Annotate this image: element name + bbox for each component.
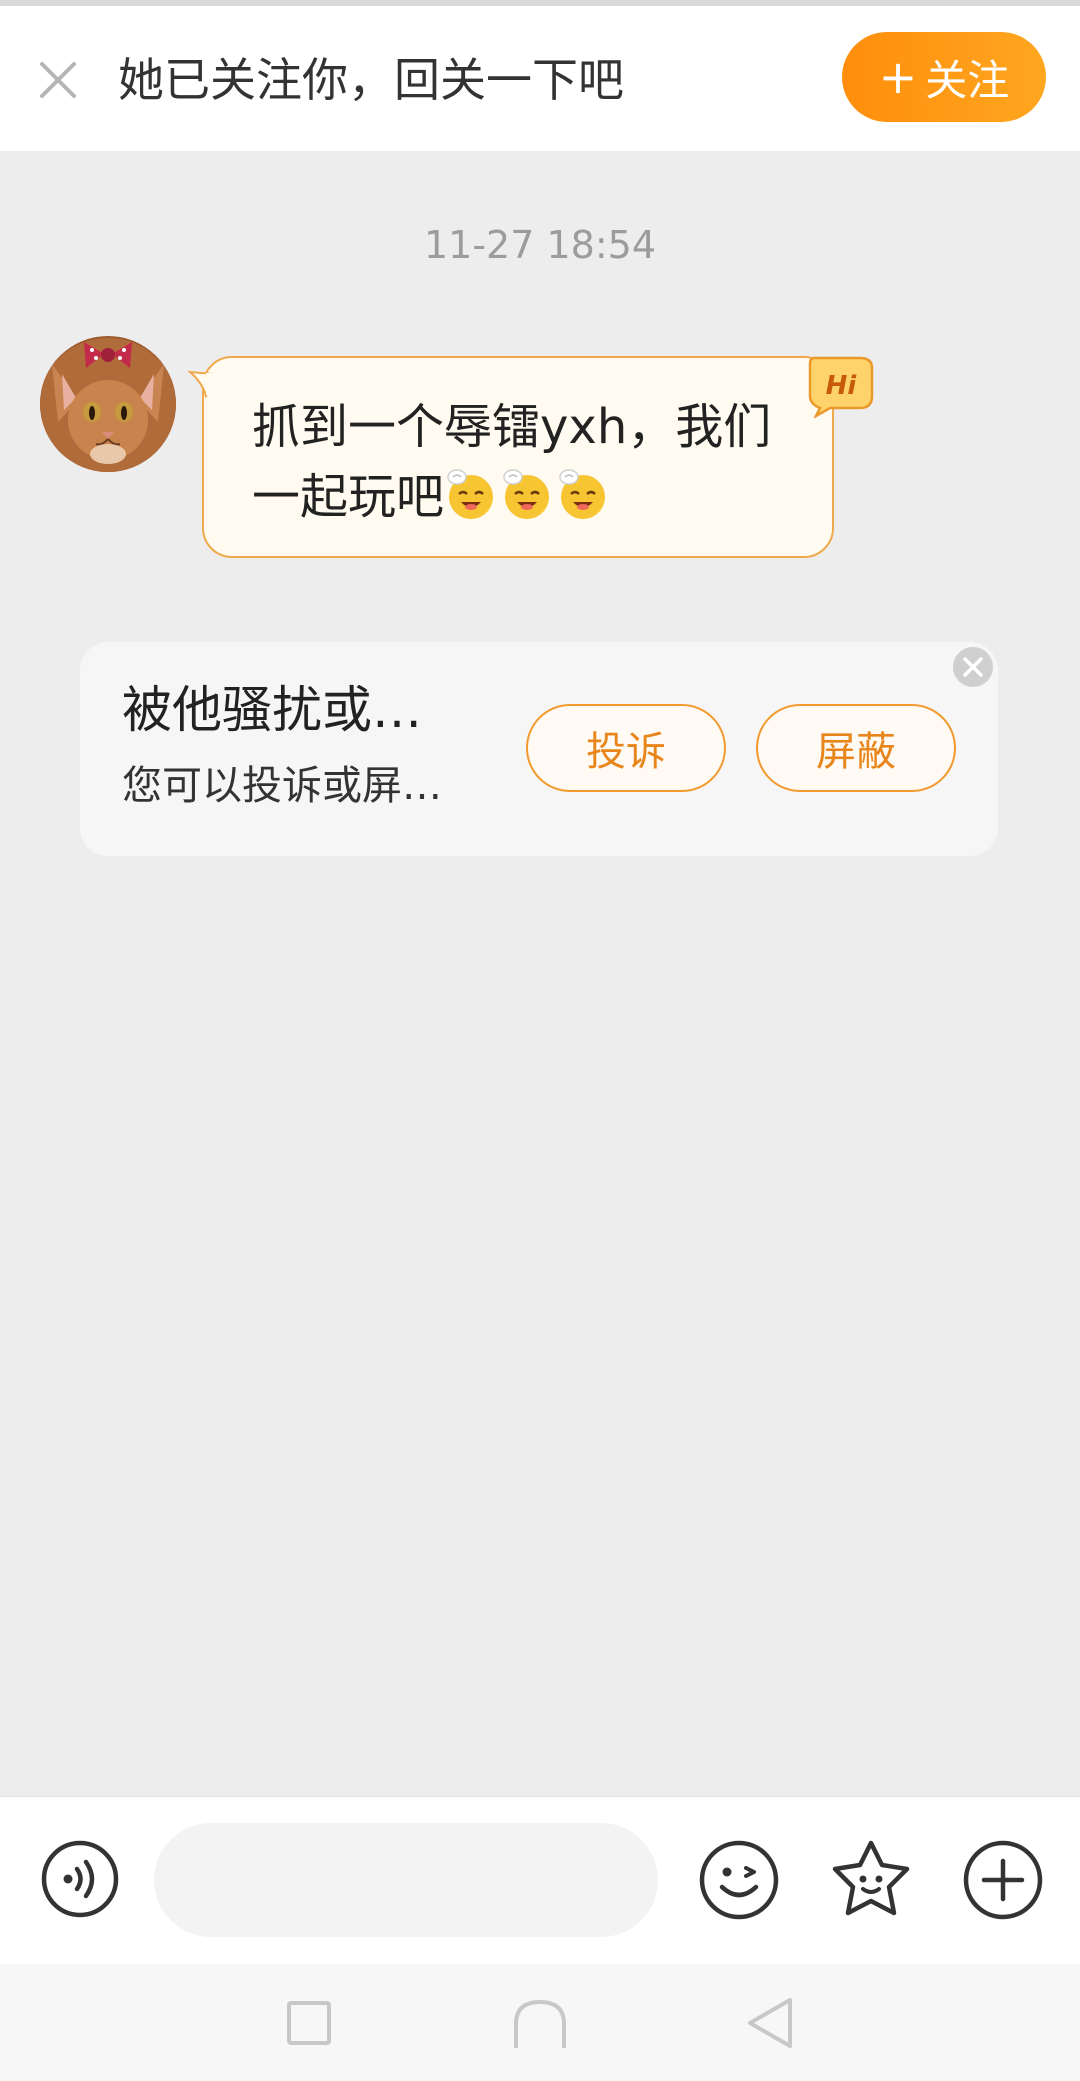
complain-button[interactable]: 投诉 xyxy=(526,704,726,792)
follow-back-banner: 她已关注你，回关一下吧 + 关注 xyxy=(0,6,1080,151)
message-input[interactable] xyxy=(154,1823,658,1937)
sneezing-face-emoji xyxy=(503,469,550,519)
harassment-report-card: 被他骚扰或… 您可以投诉或屏… 投诉 屏蔽 xyxy=(80,642,998,856)
card-title: 被他骚扰或… xyxy=(122,681,422,739)
sender-avatar[interactable] xyxy=(40,336,176,472)
hi-badge-icon: Hi xyxy=(808,356,874,418)
hi-badge-label: Hi xyxy=(826,371,858,401)
follow-button[interactable]: + 关注 xyxy=(842,32,1046,122)
back-icon[interactable] xyxy=(744,1996,794,2050)
sneezing-face-emoji xyxy=(559,469,606,519)
sneezing-face-emoji xyxy=(447,469,494,519)
recent-apps-icon[interactable] xyxy=(286,2000,332,2046)
follow-prompt-text: 她已关注你，回关一下吧 xyxy=(118,53,624,107)
sticker-icon[interactable] xyxy=(829,1837,913,1921)
close-circle-icon[interactable] xyxy=(952,646,994,688)
home-icon[interactable] xyxy=(512,1998,568,2048)
plus-icon: + xyxy=(878,50,918,104)
voice-icon[interactable] xyxy=(40,1839,120,1919)
emoji-icon[interactable] xyxy=(698,1839,780,1921)
close-icon xyxy=(40,62,76,98)
block-button[interactable]: 屏蔽 xyxy=(756,704,956,792)
bubble-tail xyxy=(188,370,216,398)
follow-button-label: 关注 xyxy=(925,55,1010,105)
cat-with-bow-avatar xyxy=(40,336,176,472)
message-input-bar xyxy=(0,1796,1080,1965)
plus-icon[interactable] xyxy=(962,1839,1044,1921)
close-banner-button[interactable] xyxy=(34,56,82,104)
message-timestamp: 11-27 18:54 xyxy=(423,223,656,267)
message-text: 抓到一个辱镭yxh，我们一起玩吧 xyxy=(252,392,792,532)
system-navigation-bar xyxy=(0,1964,1080,2081)
card-description: 您可以投诉或屏… xyxy=(122,763,442,809)
